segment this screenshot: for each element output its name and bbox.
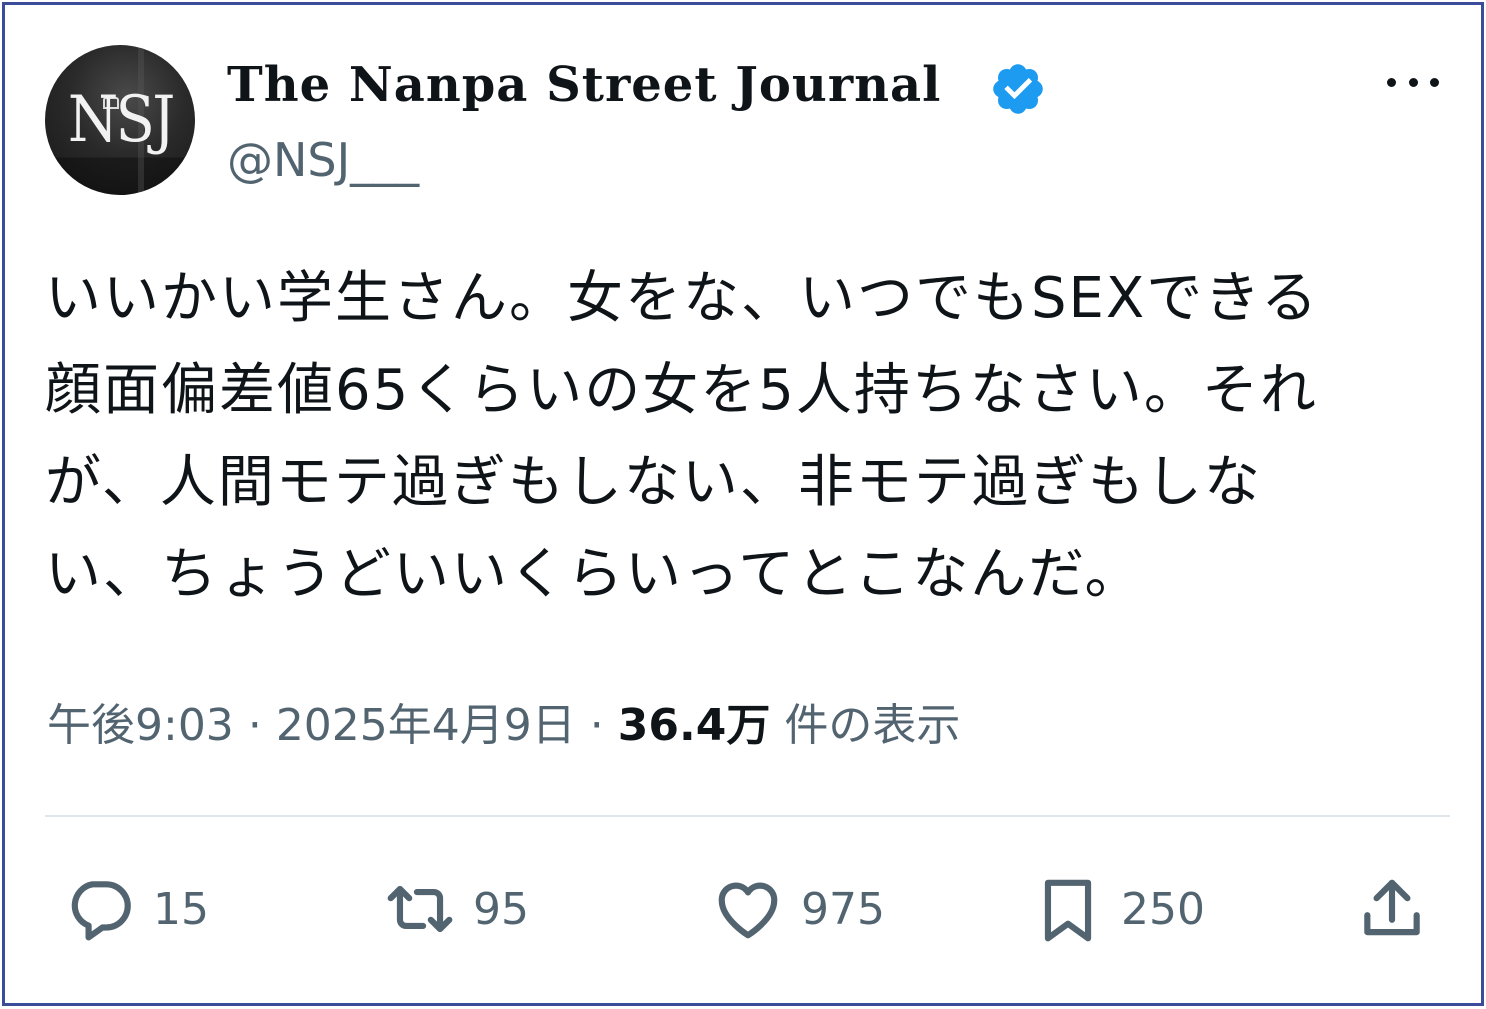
tweet-time[interactable]: 午後9:03 xyxy=(47,700,234,751)
handle[interactable]: @NSJ___ xyxy=(227,133,419,187)
views-label: 件の表示 xyxy=(784,700,961,751)
avatar-logo-text: NSJ xyxy=(67,83,176,157)
retweet-button[interactable]: 95 xyxy=(383,869,529,949)
more-dot xyxy=(1408,77,1418,87)
tweet-meta: 午後9:03 · 2025年4月9日 · 36.4万 件の表示 xyxy=(47,689,960,753)
tweet-date[interactable]: 2025年4月9日 xyxy=(276,700,576,751)
share-icon xyxy=(1364,879,1420,936)
meta-separator: · xyxy=(589,700,604,751)
bookmark-icon xyxy=(1044,879,1092,942)
views-count: 36.4万 xyxy=(617,700,771,751)
display-name[interactable]: The Nanpa Street Journal xyxy=(227,57,941,113)
more-dot xyxy=(1387,77,1396,87)
share-button[interactable] xyxy=(1355,869,1429,949)
more-icon[interactable] xyxy=(1383,65,1443,99)
verified-badge-icon xyxy=(993,64,1043,114)
divider xyxy=(45,815,1450,817)
avatar[interactable]: NSJ xyxy=(45,45,195,195)
tweet-line: いいかい学生さん。女をな、いつでもSEXできる xyxy=(45,266,1320,331)
tweet-line: が、人間モテ過ぎもしない、非モテ過ぎもしな xyxy=(45,450,1262,515)
bookmark-button[interactable]: 250 xyxy=(1031,869,1205,949)
tweet-line: い、ちょうどいいくらいってとこなんだ。 xyxy=(45,542,1143,607)
reply-count: 15 xyxy=(153,883,209,935)
like-button[interactable]: 975 xyxy=(711,869,885,949)
reply-button[interactable]: 15 xyxy=(63,869,209,949)
meta-separator: · xyxy=(247,700,262,751)
like-count: 975 xyxy=(801,883,885,935)
heart-icon xyxy=(718,882,778,939)
reply-icon xyxy=(71,881,131,941)
more-dot xyxy=(1430,77,1439,87)
bookmark-count: 250 xyxy=(1121,883,1205,935)
retweet-count: 95 xyxy=(473,883,529,935)
tweet-text: いいかい学生さん。女をな、いつでもSEXできる 顔面偏差値65くらいの女を5人持… xyxy=(45,253,1445,621)
retweet-icon xyxy=(387,885,453,933)
tweet-line: 顔面偏差値65くらいの女を5人持ちなさい。それ xyxy=(45,358,1318,423)
tweet-card: NSJ The Nanpa Street Journal @NSJ___ いいか… xyxy=(2,2,1484,1006)
